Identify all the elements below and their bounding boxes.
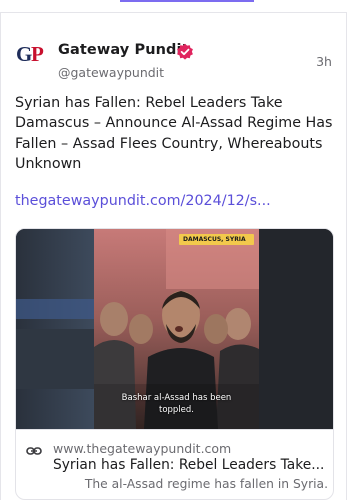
link-preview-description: The al-Assad regime has fallen in Syria.: [84, 477, 328, 491]
post-card[interactable]: G P Gateway Pundit @gatewaypundit 3h Syr…: [0, 12, 347, 500]
video-caption-line-2: toppled.: [158, 405, 194, 415]
author-handle[interactable]: @gatewaypundit: [58, 65, 164, 80]
post-timestamp: 3h: [316, 54, 332, 69]
active-tab-indicator: [120, 0, 254, 2]
link-preview-domain: www.thegatewaypundit.com: [53, 441, 232, 456]
svg-text:G: G: [16, 42, 32, 66]
link-preview-image: DAMASCUS, SYRIA Bashar al-Assad has been…: [16, 229, 333, 429]
verified-badge-icon: [176, 43, 194, 61]
post-link[interactable]: thegatewaypundit.com/2024/12/s...: [15, 193, 271, 209]
link-preview-card[interactable]: DAMASCUS, SYRIA Bashar al-Assad has been…: [15, 228, 334, 500]
feed-page: G P Gateway Pundit @gatewaypundit 3h Syr…: [0, 0, 347, 500]
post-body-text: Syrian has Fallen: Rebel Leaders Take Da…: [15, 95, 333, 172]
link-preview-meta: www.thegatewaypundit.com Syrian has Fall…: [16, 429, 333, 499]
svg-text:P: P: [31, 42, 44, 66]
location-tag: DAMASCUS, SYRIA: [183, 236, 246, 243]
video-caption-line-1: Bashar al-Assad has been: [121, 393, 232, 403]
link-icon: [26, 443, 42, 457]
author-name[interactable]: Gateway Pundit: [58, 42, 189, 58]
link-preview-title[interactable]: Syrian has Fallen: Rebel Leaders Take...: [53, 457, 328, 473]
avatar[interactable]: G P: [15, 37, 49, 71]
